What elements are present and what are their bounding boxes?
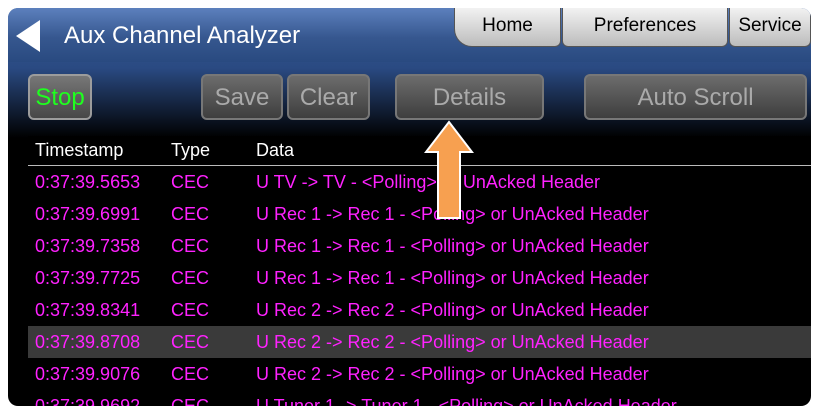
table-row-selected[interactable]: 0:37:39.8708 CEC U Rec 2 -> Rec 2 - <Pol… — [28, 326, 811, 358]
table-row[interactable]: 0:37:39.6991 CEC U Rec 1 -> Rec 1 - <Pol… — [28, 198, 811, 230]
stop-button[interactable]: Stop — [28, 74, 92, 120]
up-arrow-annotation-icon — [424, 120, 474, 219]
timestamp-cell: 0:37:39.9692 — [35, 396, 141, 406]
capture-table: Timestamp Type Data 0:37:39.5653 CEC U T… — [28, 136, 811, 406]
type-cell: CEC — [171, 300, 210, 320]
page-title: Aux Channel Analyzer — [64, 22, 301, 49]
type-cell: CEC — [171, 204, 210, 224]
data-cell: U Rec 1 -> Rec 1 - <Polling> or UnAcked … — [256, 268, 649, 288]
type-cell: CEC — [171, 396, 210, 406]
data-cell: U Rec 1 -> Rec 1 - <Polling> or UnAcked … — [256, 236, 649, 256]
data-cell: U Tuner 1 -> Tuner 1 - <Polling> or UnAc… — [256, 396, 677, 406]
data-cell: U Rec 2 -> Rec 2 - <Polling> or UnAcked … — [256, 300, 649, 320]
table-body: 0:37:39.5653 CEC U TV -> TV - <Polling> … — [28, 166, 811, 406]
type-cell: CEC — [171, 236, 210, 256]
save-button[interactable]: Save — [201, 74, 283, 120]
auto-scroll-button[interactable]: Auto Scroll — [584, 74, 807, 120]
timestamp-cell: 0:37:39.7725 — [35, 268, 141, 288]
details-button[interactable]: Details — [395, 74, 544, 120]
table-row[interactable]: 0:37:39.5653 CEC U TV -> TV - <Polling> … — [28, 166, 811, 198]
type-cell: CEC — [171, 364, 210, 384]
timestamp-cell: 0:37:39.7358 — [35, 236, 141, 256]
device-frame: Aux Channel Analyzer Home Preferences Se… — [0, 0, 817, 420]
timestamp-cell: 0:37:39.8341 — [35, 300, 141, 320]
type-cell: CEC — [171, 332, 210, 352]
column-header-timestamp: Timestamp — [35, 140, 124, 160]
data-cell: U Rec 2 -> Rec 2 - <Polling> or UnAcked … — [256, 364, 649, 384]
type-cell: CEC — [171, 268, 210, 288]
table-row[interactable]: 0:37:39.9692 CEC U Tuner 1 -> Tuner 1 - … — [28, 390, 811, 406]
timestamp-cell: 0:37:39.8708 — [35, 332, 141, 352]
column-header-data: Data — [256, 140, 295, 160]
timestamp-cell: 0:37:39.6991 — [35, 204, 141, 224]
title-bar: Aux Channel Analyzer Home Preferences Se… — [8, 8, 811, 62]
table-header: Timestamp Type Data — [28, 136, 811, 166]
timestamp-cell: 0:37:39.9076 — [35, 364, 141, 384]
type-cell: CEC — [171, 172, 210, 192]
table-row[interactable]: 0:37:39.7725 CEC U Rec 1 -> Rec 1 - <Pol… — [28, 262, 811, 294]
table-row[interactable]: 0:37:39.7358 CEC U Rec 1 -> Rec 1 - <Pol… — [28, 230, 811, 262]
tab-preferences[interactable]: Preferences — [562, 8, 728, 47]
clear-button[interactable]: Clear — [287, 74, 370, 120]
back-arrow-icon[interactable] — [14, 18, 42, 54]
analyzer-screen: Aux Channel Analyzer Home Preferences Se… — [8, 8, 811, 406]
table-row[interactable]: 0:37:39.8341 CEC U Rec 2 -> Rec 2 - <Pol… — [28, 294, 811, 326]
timestamp-cell: 0:37:39.5653 — [35, 172, 141, 192]
column-header-type: Type — [171, 140, 211, 160]
tab-service[interactable]: Service — [729, 8, 811, 47]
data-cell: U Rec 2 -> Rec 2 - <Polling> or UnAcked … — [256, 332, 649, 352]
tab-home[interactable]: Home — [454, 8, 561, 47]
table-row[interactable]: 0:37:39.9076 CEC U Rec 2 -> Rec 2 - <Pol… — [28, 358, 811, 390]
